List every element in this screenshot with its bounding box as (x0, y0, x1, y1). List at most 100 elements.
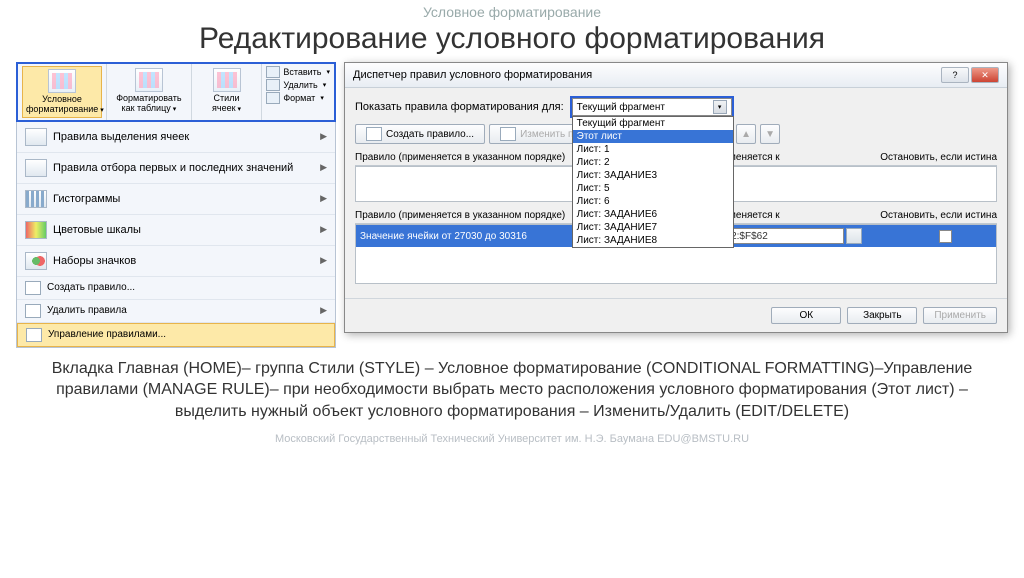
format-button[interactable]: Формат▾ (266, 92, 330, 104)
format-as-table-button[interactable]: Форматировать как таблицу▾ (111, 66, 187, 116)
slide-footer: Московский Государственный Технический У… (0, 433, 1024, 445)
newrule-icon (25, 281, 41, 295)
rules-manager-dialog: Диспетчер правил условного форматировани… (344, 62, 1008, 333)
select-option[interactable]: Лист: 1 (573, 143, 733, 156)
move-down-button[interactable]: ▼ (760, 124, 780, 144)
col-stop-label: Остановить, если истина (867, 210, 997, 221)
menu-new-rule[interactable]: Создать правило... (17, 277, 335, 300)
chevron-down-icon: ▾ (173, 106, 177, 113)
slide-subtitle: Условное форматирование (0, 4, 1024, 20)
select-option[interactable]: Лист: ЗАДАНИЕ8 (573, 234, 733, 247)
chevron-down-icon: ▾ (713, 100, 727, 114)
menu-top-bottom-rules[interactable]: Правила отбора первых и последних значен… (17, 153, 335, 184)
cell-styles-icon (213, 68, 241, 92)
slide-title: Редактирование условного форматирования (0, 22, 1024, 56)
chevron-right-icon: ▶ (320, 131, 327, 142)
menu-data-bars[interactable]: Гистограммы ▶ (17, 184, 335, 215)
format-icon (266, 92, 280, 104)
new-rule-button[interactable]: Создать правило... (355, 124, 485, 144)
select-option[interactable]: Текущий фрагмент (573, 117, 733, 130)
scope-select[interactable]: Текущий фрагмент ▾ Текущий фрагмент Этот… (570, 96, 734, 118)
select-option[interactable]: Лист: 2 (573, 156, 733, 169)
chevron-right-icon: ▶ (320, 193, 327, 204)
chevron-right-icon: ▶ (320, 255, 327, 266)
help-button[interactable]: ? (941, 67, 969, 83)
clear-icon (25, 304, 41, 318)
ok-button[interactable]: ОК (771, 307, 841, 324)
menu-label: Наборы значков (53, 255, 136, 267)
dialog-title: Диспетчер правил условного форматировани… (353, 69, 592, 81)
arrow-down-icon: ▼ (765, 129, 775, 140)
col-stop-label: Остановить, если истина (867, 152, 997, 163)
cond-format-label: Условное форматирование (26, 94, 98, 114)
chevron-right-icon: ▶ (320, 305, 327, 316)
range-selector-button[interactable] (846, 228, 862, 244)
edit-icon (500, 127, 516, 141)
chevron-down-icon: ▾ (238, 106, 242, 113)
chevron-right-icon: ▶ (320, 162, 327, 173)
menu-icon-sets[interactable]: Наборы значков ▶ (17, 246, 335, 277)
chevron-right-icon: ▶ (320, 224, 327, 235)
topbottom-icon (25, 159, 47, 177)
menu-clear-rules[interactable]: Удалить правила ▶ (17, 300, 335, 323)
select-option[interactable]: Лист: ЗАДАНИЕ7 (573, 221, 733, 234)
ribbon-styles-group: Условное форматирование▾ Форматировать к… (16, 62, 336, 122)
delete-icon (266, 79, 280, 91)
btn-label: Закрыть (863, 310, 902, 321)
apply-button[interactable]: Применить (923, 307, 997, 324)
highlight-icon (25, 128, 47, 146)
insert-button[interactable]: Вставить ▾ (266, 66, 330, 78)
cond-format-icon (48, 69, 76, 93)
cells-group: Вставить▾ Удалить▾ Формат▾ (262, 64, 334, 120)
menu-label: Цветовые шкалы (53, 224, 141, 236)
rule-description: Значение ячейки от 27030 до 30316 (360, 231, 594, 242)
select-option[interactable]: Лист: ЗАДАНИЕ6 (573, 208, 733, 221)
menu-label: Управление правилами... (48, 329, 166, 340)
col-apply-label: Применяется к (711, 152, 867, 163)
colorscales-icon (25, 221, 47, 239)
stop-if-true-checkbox[interactable] (939, 230, 952, 243)
select-option[interactable]: Лист: 5 (573, 182, 733, 195)
delete-button[interactable]: Удалить ▾ (266, 79, 330, 91)
newrule-icon (366, 127, 382, 141)
btn-label: Создать правило... (386, 129, 474, 140)
chevron-down-icon: ▾ (100, 107, 104, 114)
iconsets-icon (25, 252, 47, 270)
slide-description: Вкладка Главная (HOME)– группа Стили (ST… (0, 348, 1024, 427)
cell-styles-button[interactable]: Стили ячеек▾ (196, 66, 258, 116)
select-option[interactable]: Лист: 6 (573, 195, 733, 208)
menu-label: Гистограммы (53, 193, 120, 205)
select-option[interactable]: Этот лист (573, 130, 733, 143)
manage-icon (26, 328, 42, 342)
menu-label: Правила отбора первых и последних значен… (53, 162, 293, 174)
databars-icon (25, 190, 47, 208)
insert-label: Вставить (283, 67, 321, 77)
menu-label: Удалить правила (47, 305, 127, 316)
chevron-down-icon: ▾ (326, 68, 330, 76)
select-value: Текущий фрагмент (577, 102, 665, 113)
ribbon-menu-panel: Условное форматирование▾ Форматировать к… (16, 62, 336, 348)
btn-label: ОК (800, 310, 814, 321)
move-up-button[interactable]: ▲ (736, 124, 756, 144)
close-button[interactable]: Закрыть (847, 307, 917, 324)
insert-icon (266, 66, 280, 78)
chevron-down-icon: ▾ (320, 94, 324, 102)
format-table-label: Форматировать как таблицу (116, 93, 181, 113)
menu-manage-rules[interactable]: Управление правилами... (17, 323, 335, 347)
btn-label: Применить (934, 310, 986, 321)
delete-label: Удалить (283, 80, 317, 90)
table-icon (135, 68, 163, 92)
chevron-down-icon: ▾ (323, 81, 327, 89)
col-apply-label: Применяется к (711, 210, 867, 221)
conditional-formatting-button[interactable]: Условное форматирование▾ (22, 66, 102, 118)
show-rules-label: Показать правила форматирования для: (355, 101, 564, 113)
dialog-footer: ОК Закрыть Применить (345, 298, 1007, 332)
menu-highlight-cells[interactable]: Правила выделения ячеек▶ (17, 122, 335, 153)
dialog-titlebar: Диспетчер правил условного форматировани… (345, 63, 1007, 88)
select-option[interactable]: Лист: ЗАДАНИЕ3 (573, 169, 733, 182)
close-icon[interactable]: ✕ (971, 67, 999, 83)
cell-styles-label: Стили ячеек (212, 93, 239, 113)
cond-format-dropdown-menu: Правила выделения ячеек▶ Правила отбора … (16, 122, 336, 348)
menu-color-scales[interactable]: Цветовые шкалы ▶ (17, 215, 335, 246)
scope-select-list: Текущий фрагмент Этот лист Лист: 1 Лист:… (572, 116, 734, 248)
